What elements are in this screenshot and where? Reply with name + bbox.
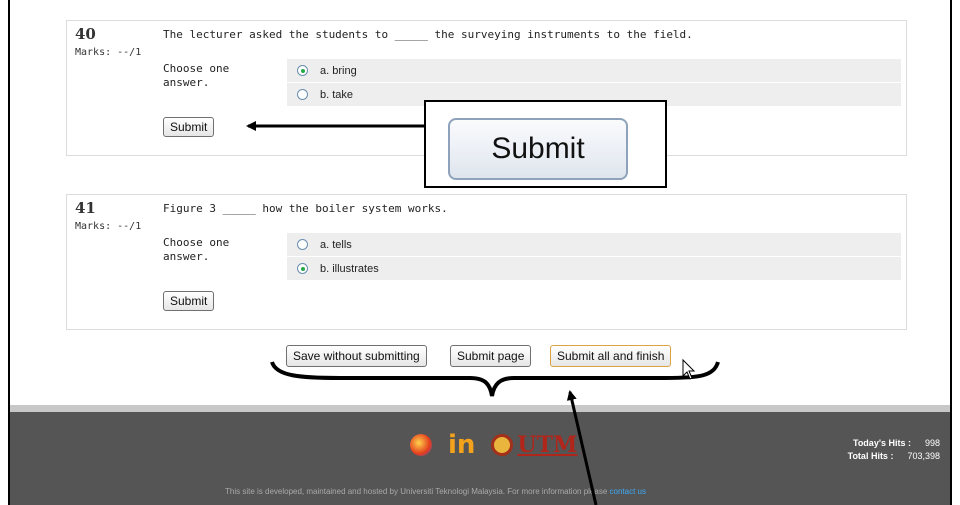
- emblem-logo-icon: [410, 434, 432, 456]
- radio-empty-icon[interactable]: [297, 239, 308, 250]
- question-text: Figure 3 _____ how the boiler system wor…: [163, 202, 448, 215]
- question-number: 41: [75, 199, 96, 217]
- hit-counter: Today's Hits : 998 Total Hits : 703,398: [848, 437, 940, 463]
- submit-button[interactable]: Submit: [163, 117, 215, 137]
- footer-note-text: This site is developed, maintained and h…: [225, 487, 608, 496]
- in-logo: in: [448, 430, 476, 460]
- question-text: The lecturer asked the students to _____…: [163, 28, 693, 41]
- radio-empty-icon[interactable]: [297, 89, 308, 100]
- utm-logo: UTM: [491, 432, 577, 458]
- option-a[interactable]: a. tells: [287, 233, 901, 256]
- utm-logo-text: UTM: [517, 432, 578, 458]
- radio-selected-icon[interactable]: [297, 263, 308, 274]
- save-without-submitting-button[interactable]: Save without submitting: [286, 345, 427, 367]
- option-label: a. bring: [320, 64, 357, 77]
- submit-button-enlarged[interactable]: Submit: [448, 118, 628, 180]
- todays-hits-label: Today's Hits :: [852, 438, 911, 448]
- submit-button[interactable]: Submit: [163, 291, 215, 311]
- option-a[interactable]: a. bring: [287, 59, 901, 82]
- question-41: 41 Marks: --/1 Figure 3 _____ how the bo…: [66, 194, 907, 330]
- footer: in UTM Today's Hits : 998 Total Hits : 7…: [10, 405, 950, 505]
- submit-page-button[interactable]: Submit page: [450, 345, 532, 367]
- option-label: b. illustrates: [320, 262, 379, 275]
- question-marks: Marks: --/1: [75, 221, 142, 232]
- submit-zoom-callout: Submit: [424, 100, 667, 188]
- option-label: b. take: [320, 88, 354, 101]
- submit-all-and-finish-button[interactable]: Submit all and finish: [550, 345, 672, 367]
- choose-prompt: Choose one answer.: [163, 236, 230, 263]
- footer-note: This site is developed, maintained and h…: [225, 487, 646, 496]
- choose-prompt: Choose one answer.: [163, 62, 230, 89]
- todays-hits-value: 998: [924, 438, 940, 448]
- contact-us-link[interactable]: contact us: [610, 487, 646, 496]
- total-hits-value: 703,398: [907, 451, 940, 461]
- question-marks: Marks: --/1: [75, 47, 142, 58]
- option-b[interactable]: b. illustrates: [287, 257, 901, 280]
- radio-selected-icon[interactable]: [297, 65, 308, 76]
- total-hits-label: Total Hits :: [847, 451, 894, 461]
- option-label: a. tells: [320, 238, 352, 251]
- utm-seal-icon: [491, 434, 514, 456]
- footer-logos: in UTM: [410, 430, 577, 460]
- question-number: 40: [75, 25, 96, 43]
